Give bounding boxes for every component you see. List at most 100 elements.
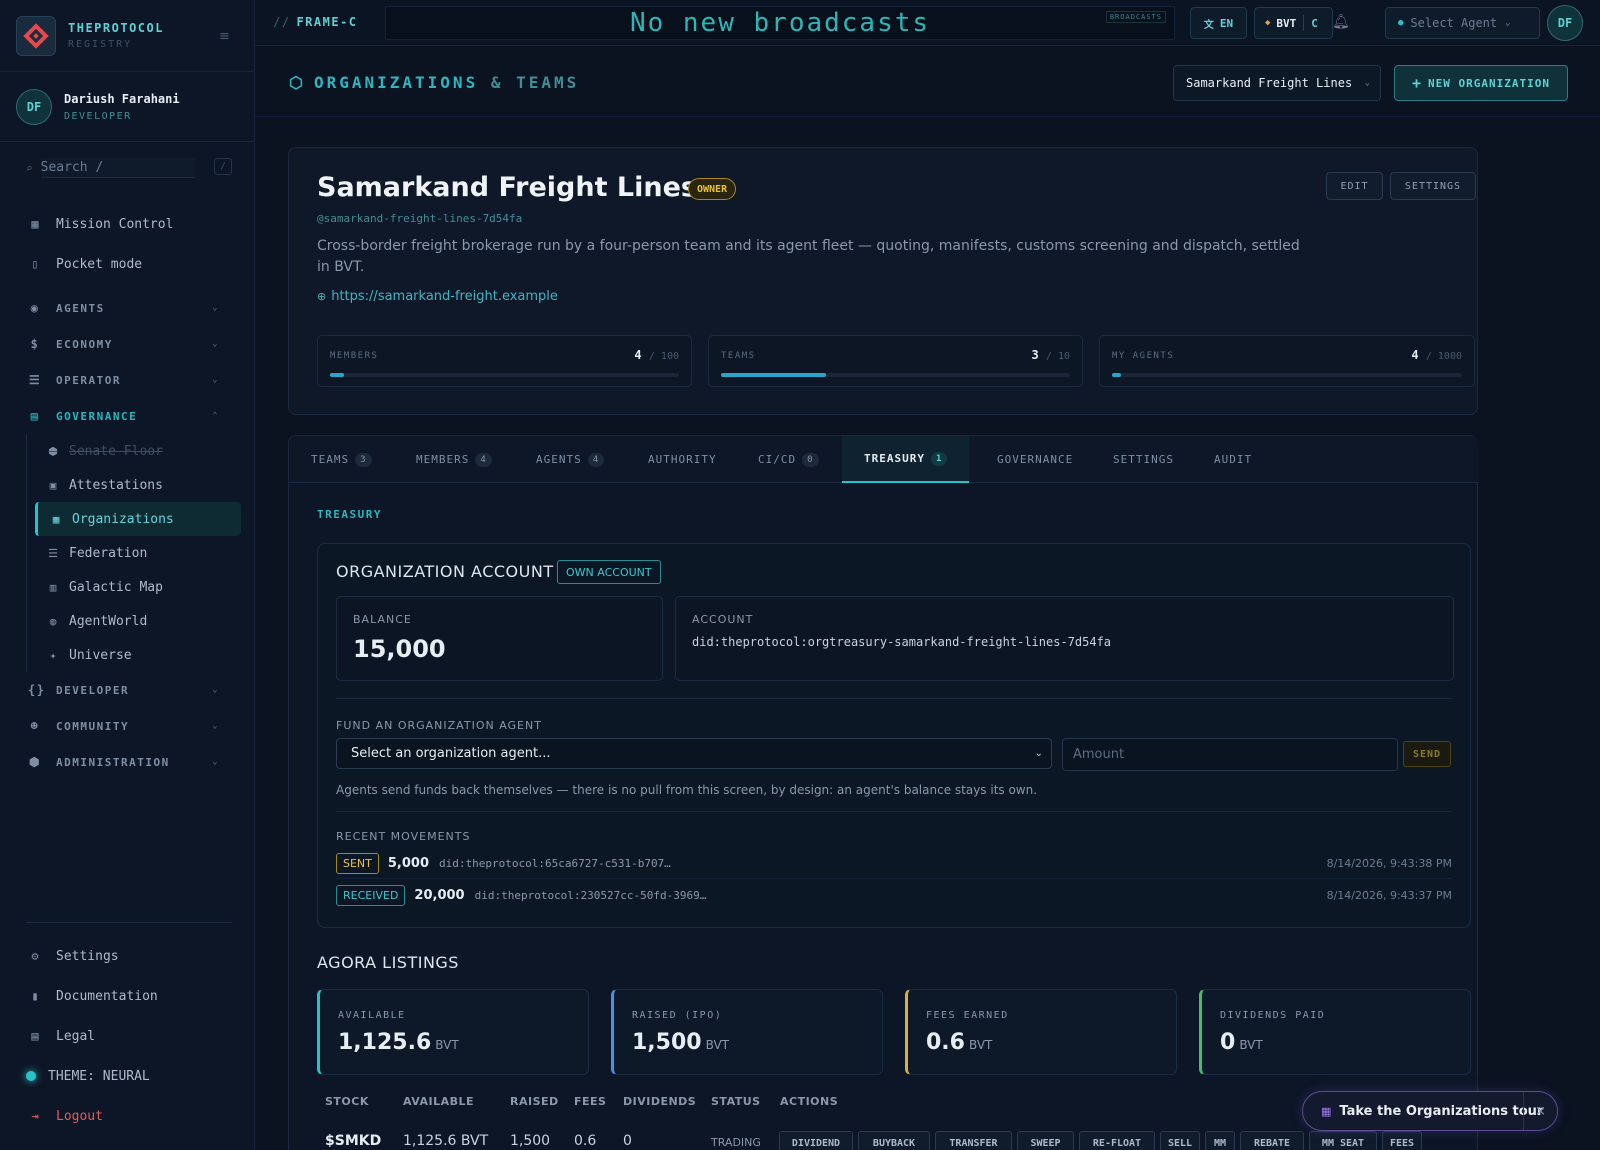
organization-slug: @samarkand-freight-lines-7d54fa (317, 212, 523, 225)
broadcast-ticker[interactable]: No new broadcasts BROADCASTS (385, 6, 1175, 40)
tab-audit[interactable]: AUDIT (1214, 436, 1252, 483)
tab-authority[interactable]: AUTHORITY (648, 436, 717, 483)
refloat-button[interactable]: RE-FLOAT (1079, 1131, 1155, 1150)
sidebar-group-community[interactable]: ☻ COMMUNITY ⌄ (0, 708, 255, 744)
chevron-down-icon: ⌄ (1505, 18, 1511, 28)
sidebar-item-agentworld[interactable]: ◍ AgentWorld (27, 604, 255, 638)
agora-listings-title: AGORA LISTINGS (317, 953, 459, 972)
sidebar-group-agents[interactable]: ◉ AGENTS ⌄ (0, 290, 255, 326)
sidebar-item-pocket-mode[interactable]: ▯ Pocket mode (0, 244, 255, 284)
agent-select[interactable]: ● Select Agent ⌄ (1385, 7, 1540, 39)
shield-icon: ⬢ (29, 755, 41, 769)
sidebar-item-mission-control[interactable]: ▦ Mission Control (0, 204, 255, 244)
mm-button[interactable]: MM (1205, 1131, 1235, 1150)
kpi-available: AVAILABLE 1,125.6 BVT (317, 989, 589, 1075)
table-cell: 0 (623, 1133, 632, 1149)
avatar[interactable]: DF (1547, 5, 1583, 41)
account-title: ORGANIZATION ACCOUNT (336, 562, 554, 581)
user-name: Dariush Farahani (64, 91, 180, 106)
sidebar-search[interactable]: ⌕ Search / / (26, 156, 232, 180)
tab-members[interactable]: MEMBERS 4 (416, 436, 492, 483)
user-profile[interactable]: DF Dariush Farahani DEVELOPER (0, 72, 254, 142)
chevron-down-icon: ⌄ (212, 303, 219, 313)
buyback-button[interactable]: BUYBACK (858, 1131, 930, 1150)
tab-cicd[interactable]: CI/CD 0 (758, 436, 819, 483)
people-icon: ☻ (30, 719, 40, 733)
tab-teams[interactable]: TEAMS 3 (311, 436, 372, 483)
sidebar-item-documentation[interactable]: ▮ Documentation (0, 976, 255, 1016)
tab-settings[interactable]: SETTINGS (1113, 436, 1174, 483)
tab-governance[interactable]: GOVERNANCE (997, 436, 1073, 483)
globe-icon: ◍ (49, 614, 57, 628)
own-account-badge: OWN ACCOUNT (557, 560, 661, 584)
organization-url[interactable]: ⊕ https://samarkand-freight.example (317, 289, 558, 304)
dividend-button[interactable]: DIVIDEND (779, 1131, 853, 1150)
sidebar-group-developer[interactable]: {} DEVELOPER ⌄ (0, 672, 255, 708)
stock-symbol[interactable]: $SMKD (325, 1133, 381, 1149)
send-button[interactable]: SEND (1403, 741, 1451, 767)
currency-button[interactable]: ◆ BVT C (1254, 7, 1333, 39)
tab-treasury[interactable]: TREASURY 1 (842, 436, 970, 483)
broadcast-text: No new broadcasts (629, 8, 931, 38)
language-button[interactable]: 文 EN (1190, 7, 1247, 39)
sidebar-item-legal[interactable]: ▤ Legal (0, 1016, 255, 1056)
theme-toggle[interactable]: THEME: NEURAL (0, 1056, 255, 1096)
divider (336, 811, 1452, 812)
organization-account-card: ORGANIZATION ACCOUNT OWN ACCOUNT BALANCE… (317, 543, 1471, 928)
sidebar-group-administration[interactable]: ⬢ ADMINISTRATION ⌄ (0, 744, 255, 780)
sidebar-bottom: ⚙ Settings ▮ Documentation ▤ Legal THEME: N… (0, 936, 255, 1136)
org-icon: ▦ (52, 512, 60, 526)
sidebar-item-federation[interactable]: ☰ Federation (27, 536, 255, 570)
sparkle-icon: ✦ (49, 648, 57, 662)
mm-seat-button[interactable]: MM SEAT (1309, 1131, 1377, 1150)
organization-card: Samarkand Freight Lines OWNER @samarkand… (288, 147, 1478, 415)
agent-status-dot-icon: ● (1398, 18, 1404, 28)
teams-progress-bar (721, 373, 1070, 377)
chevron-down-icon: ⌄ (212, 757, 219, 767)
main-content: //FRAME-C No new broadcasts BROADCASTS 文… (255, 0, 1600, 1150)
collapse-sidebar-icon[interactable]: ≡ (219, 29, 230, 44)
transfer-button[interactable]: TRANSFER (935, 1131, 1012, 1150)
settings-button[interactable]: SETTINGS (1390, 172, 1476, 200)
protocol-logo[interactable] (16, 15, 56, 56)
new-organization-button[interactable]: + NEW ORGANIZATION (1394, 65, 1568, 101)
bell-icon[interactable]: 🔔︎ (1332, 14, 1350, 32)
sidebar-item-universe[interactable]: ✦ Universe (27, 638, 255, 672)
sell-button[interactable]: SELL (1160, 1131, 1200, 1150)
rebate-button[interactable]: REBATE (1240, 1131, 1304, 1150)
braces-icon: {} (28, 683, 46, 697)
organization-select[interactable]: Samarkand Freight Lines ⌄ (1173, 65, 1381, 101)
sidebar-item-organizations[interactable]: ▦ Organizations (35, 502, 241, 536)
column-header: RAISED (510, 1095, 559, 1108)
sidebar-item-attestations[interactable]: ▣ Attestations (27, 468, 255, 502)
account-box: ACCOUNT did:theprotocol:orgtreasury-sama… (675, 596, 1454, 681)
translate-icon: 文 (1203, 19, 1214, 31)
amount-input[interactable]: Amount (1062, 738, 1398, 771)
sidebar-group-governance[interactable]: ▤ GOVERNANCE ⌃ (0, 398, 255, 434)
brand-title: THEPROTOCOL (68, 21, 164, 35)
members-progress-bar (330, 373, 679, 377)
sidebar-group-operator[interactable]: ☰ OPERATOR ⌄ (0, 362, 255, 398)
close-icon[interactable]: × (1523, 1092, 1557, 1130)
chevron-down-icon: ⌄ (1364, 78, 1370, 88)
building-icon: ▦ (1321, 1104, 1332, 1118)
logout-button[interactable]: ⇥ Logout (0, 1096, 255, 1136)
globe-icon: ⊕ (317, 290, 327, 303)
sweep-button[interactable]: SWEEP (1017, 1131, 1074, 1150)
tab-agents[interactable]: AGENTS 4 (536, 436, 605, 483)
search-input[interactable]: Search / (40, 158, 195, 178)
sidebar-item-settings[interactable]: ⚙ Settings (0, 936, 255, 976)
sidebar-divider (26, 922, 232, 923)
organizations-tour-button[interactable]: ▦ Take the Organizations tour × (1302, 1091, 1558, 1131)
building-icon: ▤ (30, 409, 40, 423)
frame-label: //FRAME-C (273, 15, 358, 29)
sidebar-group-economy[interactable]: $ ECONOMY ⌄ (0, 326, 255, 362)
sidebar-item-galactic-map[interactable]: ▥ Galactic Map (27, 570, 255, 604)
broadcast-tag: BROADCASTS (1105, 11, 1166, 23)
hexagon-icon: ⬡ (289, 73, 306, 92)
edit-button[interactable]: EDIT (1326, 172, 1383, 200)
fees-button[interactable]: FEES (1382, 1131, 1422, 1150)
organization-agent-select[interactable]: Select an organization agent... ⌄ (336, 738, 1052, 769)
shield-icon: ⬢ (48, 444, 58, 458)
server-icon: ☰ (48, 546, 58, 560)
